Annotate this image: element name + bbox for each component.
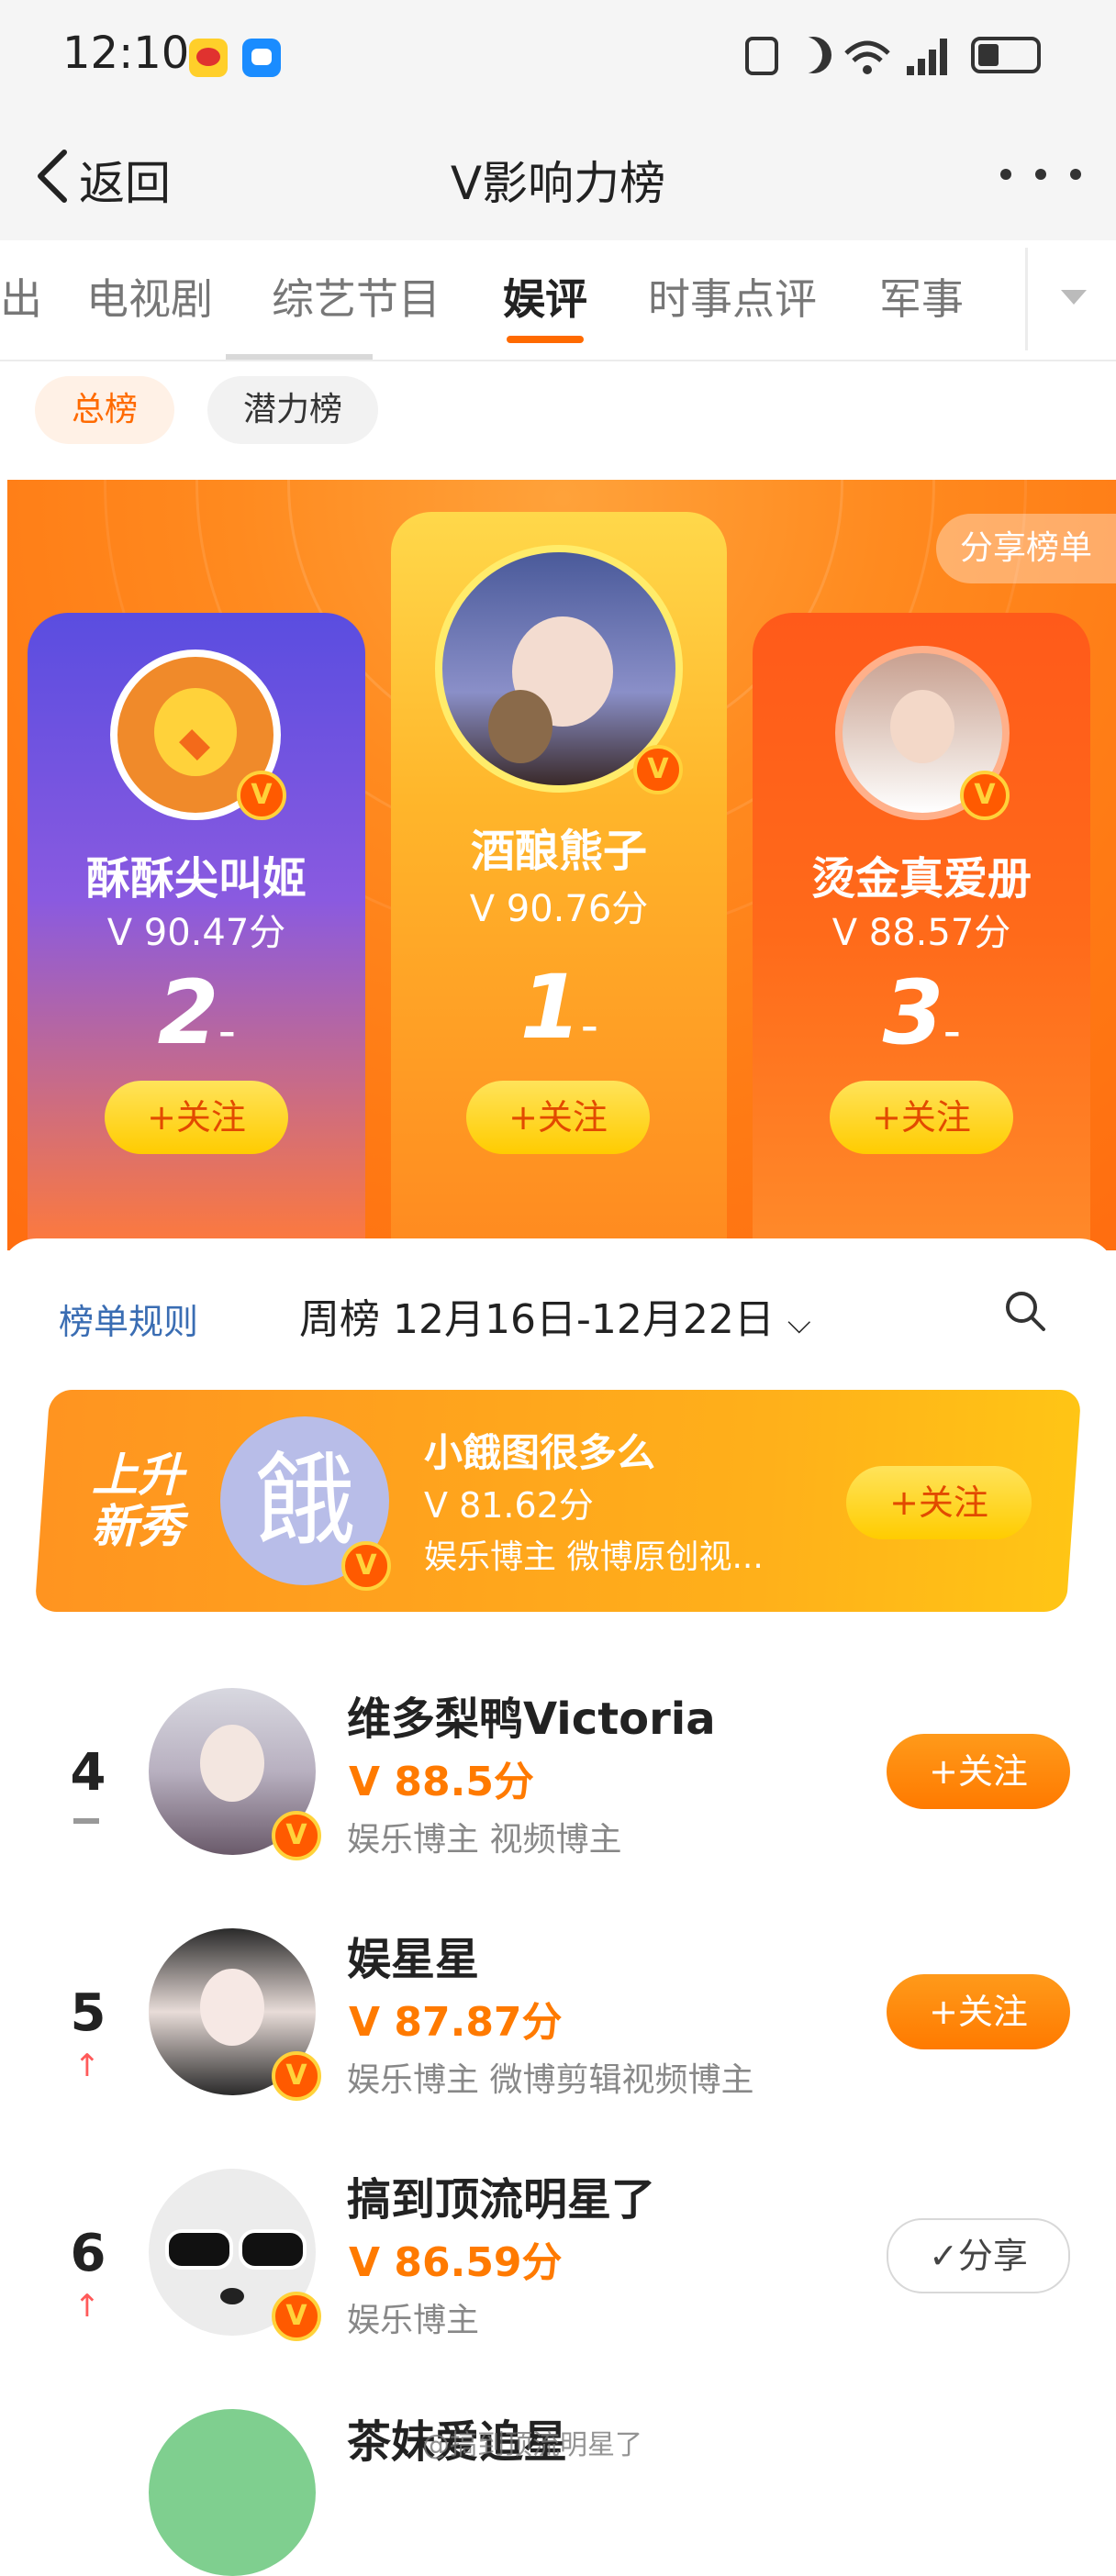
tab-current-affairs[interactable]: 时事点评	[648, 266, 817, 327]
verified-badge-icon: V	[341, 1541, 391, 1591]
subtab-potential[interactable]: 潜力榜	[207, 376, 378, 444]
podium-rank: 1–	[519, 956, 598, 1059]
cell-signal-icon	[907, 39, 947, 75]
battery-icon	[971, 37, 1041, 73]
tab-tv-drama[interactable]: 电视剧	[86, 266, 213, 327]
list-item-score: V 87.87分	[349, 1999, 563, 2046]
rising-star-score: V 81.62分	[424, 1485, 594, 1526]
more-dots-icon[interactable]	[1000, 169, 1083, 182]
message-app-icon	[242, 39, 281, 77]
watermark: @搞到顶流明星了	[422, 2429, 642, 2461]
rising-star-name: 小餓图很多么	[424, 1430, 656, 1475]
verified-badge-icon: V	[633, 745, 683, 794]
nfc-icon	[745, 37, 778, 75]
period-selector[interactable]: 周榜 12月16日-12月22日 ⌵	[299, 1286, 811, 1345]
follow-button[interactable]: +关注	[105, 1081, 288, 1154]
status-time: 12:10	[62, 28, 190, 79]
page-title: V影响力榜	[450, 157, 666, 210]
rank-up-arrow-icon: ↑	[73, 2288, 101, 2325]
tab-partial[interactable]: 出	[0, 266, 42, 327]
podium-name: 烫金真爱册	[810, 853, 1032, 905]
avatar[interactable]	[149, 2409, 316, 2576]
verified-badge-icon: V	[272, 2051, 321, 2101]
tab-divider	[1025, 248, 1028, 350]
podium-score: V 88.57分	[831, 912, 1011, 954]
weibo-app-icon	[189, 39, 228, 77]
rising-star-tag: 上升 新秀	[92, 1449, 184, 1553]
follow-button[interactable]: +关注	[846, 1466, 1032, 1539]
list-item-score: V 88.5分	[349, 1759, 534, 1805]
verified-badge-icon: V	[272, 2292, 321, 2341]
chevron-down-icon[interactable]	[1055, 284, 1092, 312]
chevron-down-icon: ⌵	[787, 1305, 811, 1341]
wifi-icon	[844, 40, 890, 74]
follow-button[interactable]: +关注	[887, 1734, 1070, 1809]
verified-badge-icon: V	[272, 1811, 321, 1860]
list-item-desc: 娱乐博主 视频博主	[347, 1821, 622, 1859]
follow-button[interactable]: +关注	[466, 1081, 650, 1154]
follow-button[interactable]: +关注	[887, 1974, 1070, 2049]
follow-button[interactable]: +关注	[830, 1081, 1013, 1154]
list-item-desc: 娱乐博主 微博剪辑视频博主	[347, 2061, 754, 2099]
podium-rank: 3–	[882, 961, 961, 1064]
list-item-name[interactable]: 娱星星	[347, 1923, 479, 1987]
list-item-score: V 86.59分	[349, 2239, 563, 2286]
list-item-name[interactable]: 维多梨鸭Victoria	[347, 1682, 716, 1747]
list-item-name[interactable]: 搞到顶流明星了	[347, 2163, 655, 2227]
rank-number: 4	[70, 1743, 106, 1803]
share-board-button[interactable]: 分享榜单	[936, 514, 1116, 583]
list-item-desc: 娱乐博主	[347, 2302, 480, 2339]
podium-name: 酥酥尖叫姬	[85, 853, 307, 905]
podium-rank: 2–	[157, 961, 236, 1064]
rising-star-desc: 娱乐博主 微博原创视...	[424, 1538, 764, 1576]
ranking-rules-link[interactable]: 榜单规则	[59, 1294, 198, 1344]
podium-name: 酒酿熊子	[470, 826, 647, 877]
podium-score: V 90.47分	[106, 912, 286, 954]
verified-badge-icon: V	[237, 771, 286, 820]
subtab-overall[interactable]: 总榜	[35, 376, 174, 444]
rank-number: 5	[70, 1983, 106, 2043]
active-tab-indicator	[507, 336, 584, 343]
tab-variety[interactable]: 综艺节目	[272, 266, 441, 327]
rank-number: 6	[70, 2224, 106, 2283]
verified-badge-icon: V	[960, 771, 1010, 820]
search-icon[interactable]	[1002, 1288, 1048, 1334]
podium-score: V 90.76分	[469, 888, 649, 930]
moon-icon	[795, 37, 831, 73]
tab-scroll-indicator	[226, 354, 373, 360]
rank-unchanged-indicator	[73, 1818, 99, 1824]
tab-military[interactable]: 军事	[879, 266, 964, 327]
tab-entertainment-review[interactable]: 娱评	[503, 266, 587, 327]
rank-up-arrow-icon: ↑	[73, 2048, 101, 2084]
share-button[interactable]: ✓分享	[887, 2218, 1070, 2293]
